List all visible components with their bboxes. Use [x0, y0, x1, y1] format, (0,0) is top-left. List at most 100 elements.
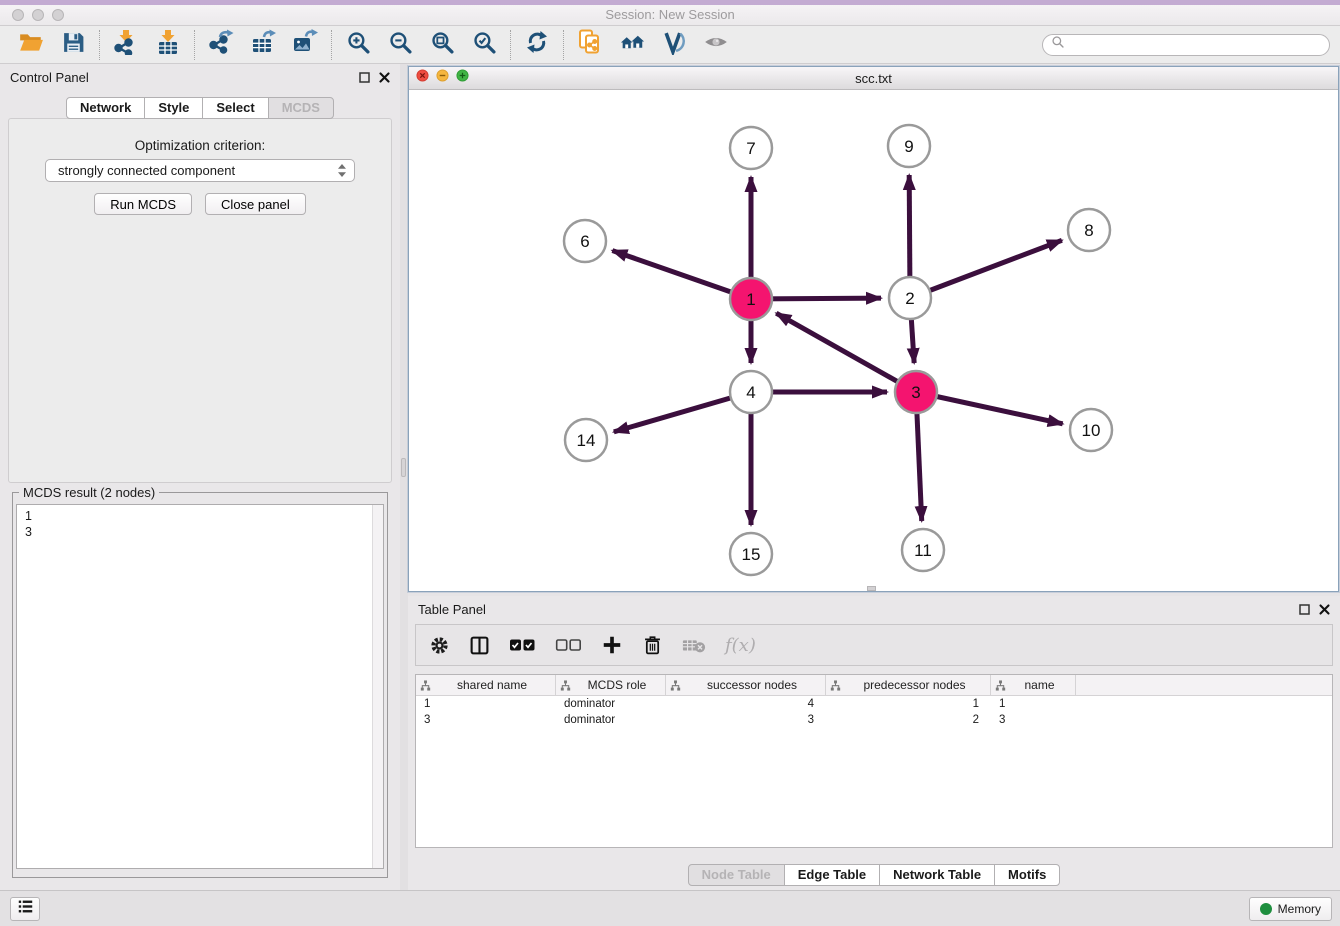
- tab-select[interactable]: Select: [202, 97, 268, 119]
- show-columns-icon[interactable]: [469, 635, 490, 656]
- column-label: MCDS role: [573, 678, 661, 692]
- task-history-button[interactable]: [10, 897, 40, 921]
- mcds-result-area[interactable]: 1 3: [16, 504, 384, 869]
- tab-motifs[interactable]: Motifs: [994, 864, 1060, 886]
- node-label-11: 11: [914, 541, 932, 560]
- delete-column-icon[interactable]: [642, 635, 663, 656]
- node-table: shared name MCDS role successor nodes prede…: [415, 674, 1333, 848]
- deselect-all-icon[interactable]: [555, 638, 582, 652]
- column-header-shared-name[interactable]: shared name: [416, 675, 556, 695]
- panel-splitter[interactable]: [400, 64, 408, 890]
- select-all-icon[interactable]: [509, 638, 536, 652]
- close-table-panel-icon[interactable]: [1319, 604, 1330, 615]
- add-column-icon[interactable]: [601, 634, 623, 656]
- import-network-button[interactable]: [105, 29, 147, 61]
- save-session-button[interactable]: [52, 29, 94, 61]
- hide-selected-button[interactable]: [695, 29, 737, 61]
- export-network-button[interactable]: [200, 29, 242, 61]
- export-image-button[interactable]: [284, 29, 326, 61]
- import-table-button[interactable]: [147, 29, 189, 61]
- float-panel-icon[interactable]: [359, 72, 370, 83]
- node-label-10: 10: [1082, 421, 1101, 440]
- column-label: successor nodes: [683, 678, 821, 692]
- splitter-grip[interactable]: [401, 458, 406, 477]
- memory-button[interactable]: Memory: [1249, 897, 1332, 921]
- node-label-15: 15: [742, 545, 761, 564]
- import-network-icon: [113, 29, 139, 60]
- zoom-in-icon: [346, 30, 371, 60]
- control-panel: Control Panel NetworkStyleSelectMCDS Opt…: [0, 64, 400, 890]
- open-session-button[interactable]: [10, 29, 52, 61]
- window-resize-grip[interactable]: [867, 586, 876, 591]
- tab-network-table[interactable]: Network Table: [879, 864, 995, 886]
- save-disk-icon: [61, 30, 86, 60]
- refresh-icon: [525, 30, 549, 59]
- toolbar-separator: [194, 30, 195, 60]
- table-cell[interactable]: 2: [826, 712, 991, 728]
- vizmapper-button[interactable]: [653, 29, 695, 61]
- network-canvas[interactable]: 7968124314101511: [409, 90, 1338, 591]
- column-header-predecessor-nodes[interactable]: predecessor nodes: [826, 675, 991, 695]
- hierarchy-icon: [560, 680, 571, 691]
- zoom-in-button[interactable]: [337, 29, 379, 61]
- table-cell[interactable]: 1: [991, 696, 1076, 712]
- column-label: name: [1008, 678, 1071, 692]
- export-table-button[interactable]: [242, 29, 284, 61]
- table-row[interactable]: 1dominator411: [416, 696, 1332, 712]
- node-label-4: 4: [746, 383, 755, 402]
- control-panel-title: Control Panel: [10, 70, 89, 85]
- edge-2-8[interactable]: [910, 240, 1062, 298]
- table-panel-tabs: Node TableEdge TableNetwork TableMotifs: [408, 864, 1340, 886]
- zoom-fit-button[interactable]: [421, 29, 463, 61]
- hierarchy-icon: [995, 680, 1006, 691]
- main-toolbar: [0, 26, 1340, 64]
- table-cell[interactable]: 1: [416, 696, 556, 712]
- first-neighbors-button[interactable]: [611, 29, 653, 61]
- table-cell[interactable]: 1: [826, 696, 991, 712]
- eye-icon: [703, 29, 729, 60]
- float-table-panel-icon[interactable]: [1299, 604, 1310, 615]
- hierarchy-icon: [420, 680, 431, 691]
- edge-3-10[interactable]: [916, 392, 1063, 424]
- column-header-name[interactable]: name: [991, 675, 1076, 695]
- zoom-selected-button[interactable]: [463, 29, 505, 61]
- tab-network[interactable]: Network: [66, 97, 145, 119]
- table-cell[interactable]: 3: [666, 712, 826, 728]
- table-cell[interactable]: 3: [416, 712, 556, 728]
- houses-icon: [619, 29, 646, 61]
- table-cell[interactable]: 3: [991, 712, 1076, 728]
- column-header-MCDS-role[interactable]: MCDS role: [556, 675, 666, 695]
- close-panel-button[interactable]: Close panel: [205, 193, 306, 215]
- column-header-successor-nodes[interactable]: successor nodes: [666, 675, 826, 695]
- run-mcds-button[interactable]: Run MCDS: [94, 193, 192, 215]
- content-area: Control Panel NetworkStyleSelectMCDS Opt…: [0, 64, 1340, 890]
- search-input[interactable]: [1070, 37, 1321, 53]
- table-cell[interactable]: dominator: [556, 712, 666, 728]
- refresh-button[interactable]: [516, 29, 558, 61]
- memory-status-dot: [1260, 903, 1272, 915]
- edge-3-1[interactable]: [776, 313, 916, 392]
- tab-node-table[interactable]: Node Table: [688, 864, 785, 886]
- tab-style[interactable]: Style: [144, 97, 203, 119]
- table-panel-header: Table Panel: [408, 596, 1340, 622]
- tab-mcds[interactable]: MCDS: [268, 97, 334, 119]
- zoom-out-button[interactable]: [379, 29, 421, 61]
- network-window-titlebar[interactable]: scc.txt: [409, 67, 1338, 90]
- table-cell[interactable]: 4: [666, 696, 826, 712]
- optimization-criterion-label: Optimization criterion:: [9, 138, 391, 153]
- table-row[interactable]: 3dominator323: [416, 712, 1332, 728]
- tab-edge-table[interactable]: Edge Table: [784, 864, 880, 886]
- network-graph[interactable]: 7968124314101511: [409, 90, 1338, 591]
- table-settings-gear-icon[interactable]: [429, 635, 450, 656]
- criterion-dropdown[interactable]: strongly connected component: [45, 159, 355, 182]
- table-cell[interactable]: dominator: [556, 696, 666, 712]
- node-label-8: 8: [1084, 221, 1093, 240]
- clone-network-button[interactable]: [569, 29, 611, 61]
- close-panel-icon[interactable]: [379, 72, 390, 83]
- window-title: Session: New Session: [0, 5, 1340, 25]
- result-scrollbar[interactable]: [372, 505, 383, 868]
- hierarchy-icon: [670, 680, 681, 691]
- node-label-6: 6: [580, 232, 589, 251]
- zoom-selected-icon: [472, 30, 497, 60]
- toolbar-separator: [331, 30, 332, 60]
